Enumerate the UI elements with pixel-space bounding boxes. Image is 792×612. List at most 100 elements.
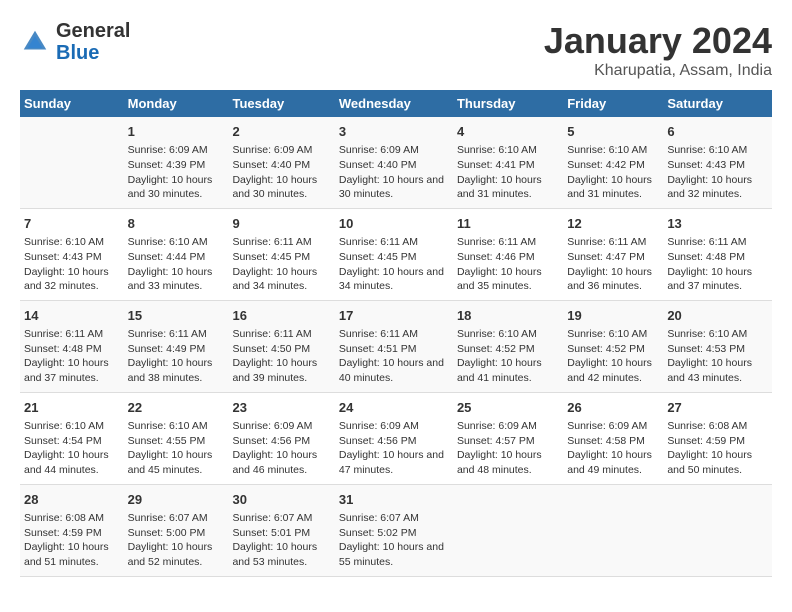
logo-blue: Blue	[56, 42, 99, 64]
week-row-1: 1 Sunrise: 6:09 AMSunset: 4:39 PMDaylight…	[20, 117, 772, 208]
calendar-cell: 16 Sunrise: 6:11 AMSunset: 4:50 PMDayligh…	[228, 300, 334, 392]
day-info: Sunrise: 6:09 AMSunset: 4:39 PMDaylight:…	[128, 143, 225, 202]
calendar-cell: 29 Sunrise: 6:07 AMSunset: 5:00 PMDayligh…	[124, 484, 229, 576]
main-title: January 2024	[544, 20, 772, 62]
day-info: Sunrise: 6:10 AMSunset: 4:55 PMDaylight:…	[128, 419, 225, 478]
day-number: 14	[24, 307, 120, 325]
calendar-cell: 7 Sunrise: 6:10 AMSunset: 4:43 PMDaylight…	[20, 208, 124, 300]
calendar-cell: 27 Sunrise: 6:08 AMSunset: 4:59 PMDayligh…	[663, 392, 772, 484]
day-number: 9	[232, 215, 330, 233]
calendar-cell: 2Sunrise: 6:09 AMSunset: 4:40 PMDaylight…	[228, 117, 334, 208]
subtitle: Kharupatia, Assam, India	[544, 62, 772, 80]
calendar-cell: 14 Sunrise: 6:11 AMSunset: 4:48 PMDayligh…	[20, 300, 124, 392]
logo: General Blue	[20, 20, 130, 64]
day-number: 8	[128, 215, 225, 233]
day-info: Sunrise: 6:11 AMSunset: 4:50 PMDaylight:…	[232, 327, 330, 386]
calendar-cell: 13 Sunrise: 6:11 AMSunset: 4:48 PMDayligh…	[663, 208, 772, 300]
week-row-5: 28Sunrise: 6:08 AMSunset: 4:59 PMDayligh…	[20, 484, 772, 576]
calendar-cell: 25 Sunrise: 6:09 AMSunset: 4:57 PMDayligh…	[453, 392, 563, 484]
day-number: 13	[667, 215, 768, 233]
day-number: 1	[128, 123, 225, 141]
day-number: 26	[567, 399, 659, 417]
day-info: Sunrise: 6:07 AMSunset: 5:02 PMDaylight:…	[339, 511, 449, 570]
calendar-cell: 6Sunrise: 6:10 AMSunset: 4:43 PMDaylight…	[663, 117, 772, 208]
header-cell-friday: Friday	[563, 90, 663, 117]
calendar-cell: 12 Sunrise: 6:11 AMSunset: 4:47 PMDayligh…	[563, 208, 663, 300]
day-number: 27	[667, 399, 768, 417]
day-info: Sunrise: 6:10 AMSunset: 4:41 PMDaylight:…	[457, 143, 559, 202]
day-info: Sunrise: 6:09 AMSunset: 4:40 PMDaylight:…	[232, 143, 330, 202]
day-number: 11	[457, 215, 559, 233]
logo-text: General Blue	[56, 20, 130, 64]
calendar-cell: 24Sunrise: 6:09 AMSunset: 4:56 PMDayligh…	[335, 392, 453, 484]
day-info: Sunrise: 6:11 AMSunset: 4:47 PMDaylight:…	[567, 235, 659, 294]
calendar-cell: 21Sunrise: 6:10 AMSunset: 4:54 PMDayligh…	[20, 392, 124, 484]
calendar-cell: 15 Sunrise: 6:11 AMSunset: 4:49 PMDayligh…	[124, 300, 229, 392]
calendar-cell: 19Sunrise: 6:10 AMSunset: 4:52 PMDayligh…	[563, 300, 663, 392]
day-number: 5	[567, 123, 659, 141]
logo-icon	[20, 27, 50, 57]
calendar-cell: 28Sunrise: 6:08 AMSunset: 4:59 PMDayligh…	[20, 484, 124, 576]
day-info: Sunrise: 6:09 AMSunset: 4:58 PMDaylight:…	[567, 419, 659, 478]
day-info: Sunrise: 6:11 AMSunset: 4:48 PMDaylight:…	[24, 327, 120, 386]
day-info: Sunrise: 6:10 AMSunset: 4:52 PMDaylight:…	[457, 327, 559, 386]
calendar-cell: 17 Sunrise: 6:11 AMSunset: 4:51 PMDayligh…	[335, 300, 453, 392]
day-number: 30	[232, 491, 330, 509]
calendar-cell: 1 Sunrise: 6:09 AMSunset: 4:39 PMDaylight…	[124, 117, 229, 208]
calendar-cell: 26 Sunrise: 6:09 AMSunset: 4:58 PMDayligh…	[563, 392, 663, 484]
calendar-cell: 23Sunrise: 6:09 AMSunset: 4:56 PMDayligh…	[228, 392, 334, 484]
header-cell-tuesday: Tuesday	[228, 90, 334, 117]
day-info: Sunrise: 6:09 AMSunset: 4:56 PMDaylight:…	[232, 419, 330, 478]
calendar-cell: 5 Sunrise: 6:10 AMSunset: 4:42 PMDaylight…	[563, 117, 663, 208]
day-info: Sunrise: 6:11 AMSunset: 4:48 PMDaylight:…	[667, 235, 768, 294]
calendar-cell	[663, 484, 772, 576]
day-info: Sunrise: 6:10 AMSunset: 4:43 PMDaylight:…	[24, 235, 120, 294]
calendar-table: SundayMondayTuesdayWednesdayThursdayFrid…	[20, 90, 772, 577]
calendar-cell: 18Sunrise: 6:10 AMSunset: 4:52 PMDayligh…	[453, 300, 563, 392]
day-info: Sunrise: 6:11 AMSunset: 4:45 PMDaylight:…	[339, 235, 449, 294]
day-number: 31	[339, 491, 449, 509]
header-cell-monday: Monday	[124, 90, 229, 117]
day-number: 22	[128, 399, 225, 417]
calendar-cell: 20 Sunrise: 6:10 AMSunset: 4:53 PMDayligh…	[663, 300, 772, 392]
logo-general: General	[56, 20, 130, 42]
day-number: 17	[339, 307, 449, 325]
day-number: 24	[339, 399, 449, 417]
day-info: Sunrise: 6:08 AMSunset: 4:59 PMDaylight:…	[667, 419, 768, 478]
title-block: January 2024 Kharupatia, Assam, India	[544, 20, 772, 80]
day-info: Sunrise: 6:11 AMSunset: 4:49 PMDaylight:…	[128, 327, 225, 386]
day-info: Sunrise: 6:09 AMSunset: 4:40 PMDaylight:…	[339, 143, 449, 202]
day-info: Sunrise: 6:11 AMSunset: 4:51 PMDaylight:…	[339, 327, 449, 386]
day-info: Sunrise: 6:09 AMSunset: 4:57 PMDaylight:…	[457, 419, 559, 478]
calendar-cell: 9 Sunrise: 6:11 AMSunset: 4:45 PMDaylight…	[228, 208, 334, 300]
calendar-cell: 4 Sunrise: 6:10 AMSunset: 4:41 PMDaylight…	[453, 117, 563, 208]
day-number: 20	[667, 307, 768, 325]
day-info: Sunrise: 6:10 AMSunset: 4:42 PMDaylight:…	[567, 143, 659, 202]
week-row-2: 7 Sunrise: 6:10 AMSunset: 4:43 PMDaylight…	[20, 208, 772, 300]
header-cell-sunday: Sunday	[20, 90, 124, 117]
day-number: 10	[339, 215, 449, 233]
day-number: 12	[567, 215, 659, 233]
week-row-4: 21Sunrise: 6:10 AMSunset: 4:54 PMDayligh…	[20, 392, 772, 484]
day-number: 15	[128, 307, 225, 325]
calendar-cell: 8 Sunrise: 6:10 AMSunset: 4:44 PMDaylight…	[124, 208, 229, 300]
header-row: SundayMondayTuesdayWednesdayThursdayFrid…	[20, 90, 772, 117]
header-cell-saturday: Saturday	[663, 90, 772, 117]
day-number: 16	[232, 307, 330, 325]
day-info: Sunrise: 6:11 AMSunset: 4:45 PMDaylight:…	[232, 235, 330, 294]
day-number: 3	[339, 123, 449, 141]
day-number: 19	[567, 307, 659, 325]
day-info: Sunrise: 6:10 AMSunset: 4:54 PMDaylight:…	[24, 419, 120, 478]
day-info: Sunrise: 6:10 AMSunset: 4:53 PMDaylight:…	[667, 327, 768, 386]
calendar-cell	[453, 484, 563, 576]
calendar-cell: 31 Sunrise: 6:07 AMSunset: 5:02 PMDayligh…	[335, 484, 453, 576]
calendar-cell: 3 Sunrise: 6:09 AMSunset: 4:40 PMDaylight…	[335, 117, 453, 208]
day-info: Sunrise: 6:10 AMSunset: 4:43 PMDaylight:…	[667, 143, 768, 202]
day-number: 29	[128, 491, 225, 509]
day-info: Sunrise: 6:10 AMSunset: 4:44 PMDaylight:…	[128, 235, 225, 294]
day-info: Sunrise: 6:07 AMSunset: 5:00 PMDaylight:…	[128, 511, 225, 570]
day-number: 4	[457, 123, 559, 141]
calendar-cell: 10 Sunrise: 6:11 AMSunset: 4:45 PMDayligh…	[335, 208, 453, 300]
day-number: 25	[457, 399, 559, 417]
day-number: 7	[24, 215, 120, 233]
